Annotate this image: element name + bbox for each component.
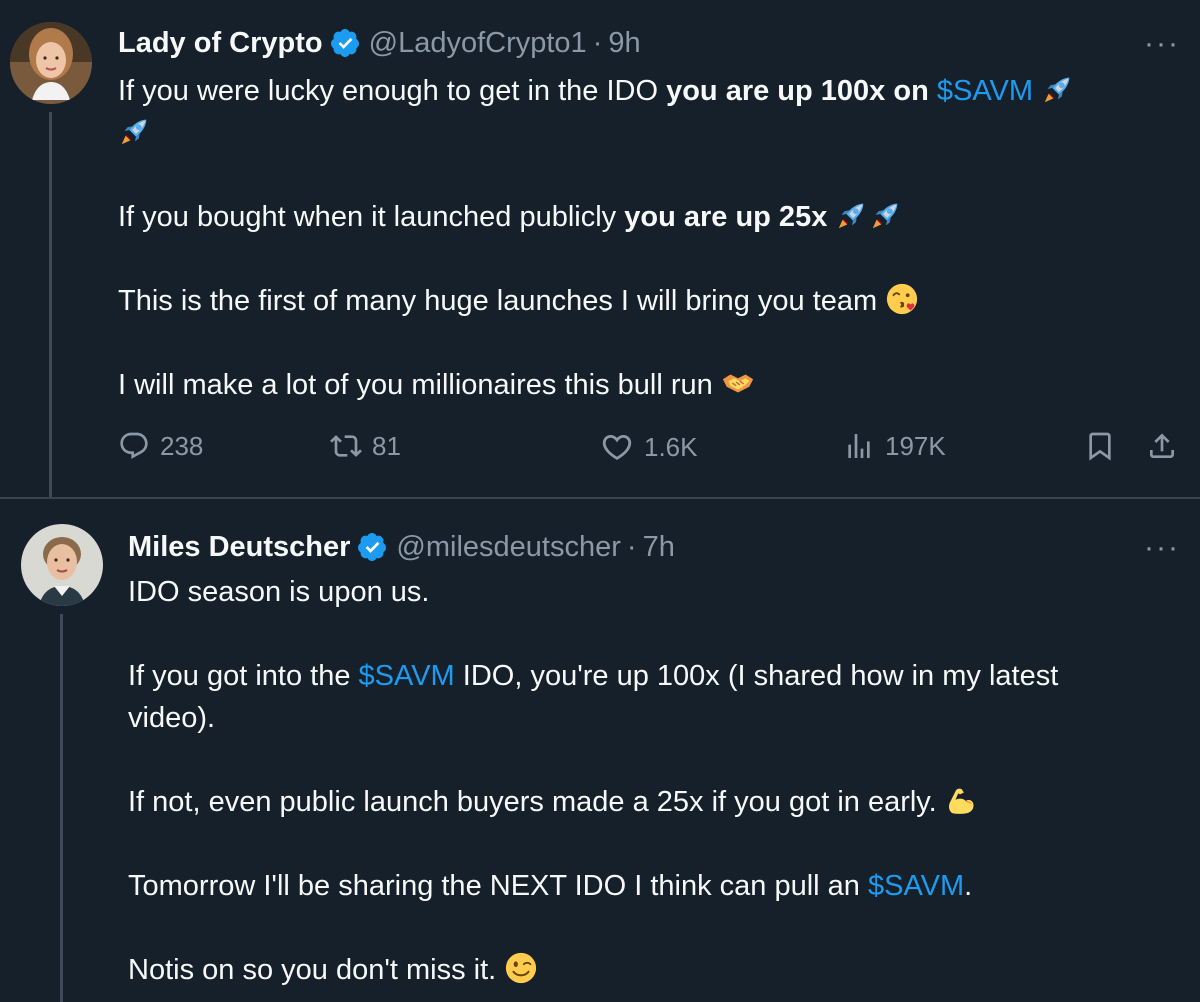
like-count: 1.6K bbox=[644, 431, 698, 462]
avatar[interactable] bbox=[10, 22, 92, 104]
tweet-lady-of-crypto[interactable]: Lady of Crypto @LadyofCrypto1 · 9h ··· I… bbox=[0, 0, 1200, 498]
tweet-header: Lady of Crypto @LadyofCrypto1 · 9h bbox=[118, 25, 641, 61]
author-handle[interactable]: @milesdeutscher bbox=[396, 529, 620, 565]
rocket-emoji bbox=[835, 198, 869, 232]
kissing-face-emoji bbox=[885, 282, 919, 316]
author-name[interactable]: Lady of Crypto bbox=[118, 25, 323, 61]
text-span: This is the first of many huge launches … bbox=[118, 285, 878, 317]
text-span: If you got into the bbox=[128, 660, 359, 692]
more-icon[interactable]: ··· bbox=[1144, 533, 1180, 563]
text-line: If you bought when it launched publicly … bbox=[118, 196, 1178, 238]
tweet-text: IDO season is upon us. If you got into t… bbox=[128, 571, 1178, 991]
like-button[interactable]: 1.6K bbox=[600, 430, 698, 464]
text-line: video). bbox=[128, 702, 216, 734]
text-line: IDO season is upon us. bbox=[128, 576, 430, 608]
winking-face-emoji bbox=[504, 951, 538, 985]
text-span: Tomorrow I'll be sharing the NEXT IDO I … bbox=[128, 870, 868, 902]
text-span: . bbox=[964, 870, 973, 902]
avatar[interactable] bbox=[21, 524, 103, 606]
share-icon bbox=[1150, 433, 1174, 458]
text-span: If you bought when it launched publicly bbox=[118, 201, 625, 233]
author-handle[interactable]: @LadyofCrypto1 bbox=[369, 25, 587, 61]
timestamp[interactable]: 9h bbox=[608, 25, 640, 61]
text-span: If you were lucky enough to get in the I… bbox=[118, 75, 667, 107]
more-icon[interactable]: ··· bbox=[1144, 29, 1180, 59]
tweet-miles-deutscher[interactable]: Miles Deutscher @milesdeutscher · 7h ···… bbox=[0, 498, 1200, 1002]
bold-text: you are up 100x on bbox=[666, 75, 937, 107]
text-line: If you got into the $SAVM IDO, you're up… bbox=[128, 655, 1178, 697]
rocket-emoji bbox=[118, 114, 152, 148]
like-icon bbox=[602, 434, 632, 460]
flexed-biceps-emoji bbox=[945, 783, 979, 817]
text-line bbox=[118, 112, 1178, 154]
bookmark-button[interactable] bbox=[1084, 430, 1126, 462]
cashtag-link[interactable]: $SAVM bbox=[868, 870, 964, 902]
separator-dot: · bbox=[592, 27, 603, 59]
text-line: If you were lucky enough to get in the I… bbox=[118, 70, 1178, 112]
views-count: 197K bbox=[885, 430, 946, 461]
views-icon bbox=[848, 434, 870, 458]
text-span: If not, even public launch buyers made a… bbox=[128, 786, 937, 818]
reply-icon bbox=[120, 432, 148, 459]
bold-text: you are up 25x bbox=[624, 201, 828, 233]
bookmark-icon bbox=[1089, 432, 1111, 461]
thread-line bbox=[49, 112, 52, 498]
repost-button[interactable]: 81 bbox=[330, 430, 401, 462]
rocket-emoji bbox=[869, 198, 903, 232]
text-line: Tomorrow I'll be sharing the NEXT IDO I … bbox=[128, 865, 1178, 907]
cashtag-link[interactable]: $SAVM bbox=[359, 660, 455, 692]
share-button[interactable] bbox=[1146, 430, 1188, 462]
author-name[interactable]: Miles Deutscher bbox=[128, 529, 350, 565]
repost-icon bbox=[330, 435, 362, 457]
reply-count: 238 bbox=[160, 430, 204, 461]
text-line: This is the first of many huge launches … bbox=[118, 280, 1178, 322]
tweet-text: If you were lucky enough to get in the I… bbox=[118, 70, 1178, 406]
reply-button[interactable]: 238 bbox=[118, 430, 203, 462]
repost-count: 81 bbox=[372, 430, 401, 461]
rocket-emoji bbox=[1041, 72, 1075, 106]
tweet-header: Miles Deutscher @milesdeutscher · 7h bbox=[128, 529, 675, 565]
cashtag-link[interactable]: $SAVM bbox=[937, 75, 1033, 107]
text-line: Notis on so you don't miss it. bbox=[128, 949, 1178, 991]
verified-badge-icon bbox=[356, 531, 388, 563]
text-line: If not, even public launch buyers made a… bbox=[128, 781, 1178, 823]
views-button[interactable]: 197K bbox=[843, 430, 946, 462]
text-line: I will make a lot of you millionaires th… bbox=[118, 364, 1178, 406]
text-span: Notis on so you don't miss it. bbox=[128, 954, 497, 986]
verified-badge-icon bbox=[329, 27, 361, 59]
separator-dot: · bbox=[626, 531, 637, 563]
thread-line bbox=[60, 614, 63, 1002]
text-span: I will make a lot of you millionaires th… bbox=[118, 369, 713, 401]
text-span: IDO, you're up 100x (I shared how in my … bbox=[454, 660, 1059, 692]
timestamp[interactable]: 7h bbox=[643, 529, 675, 565]
handshake-emoji bbox=[721, 366, 755, 400]
